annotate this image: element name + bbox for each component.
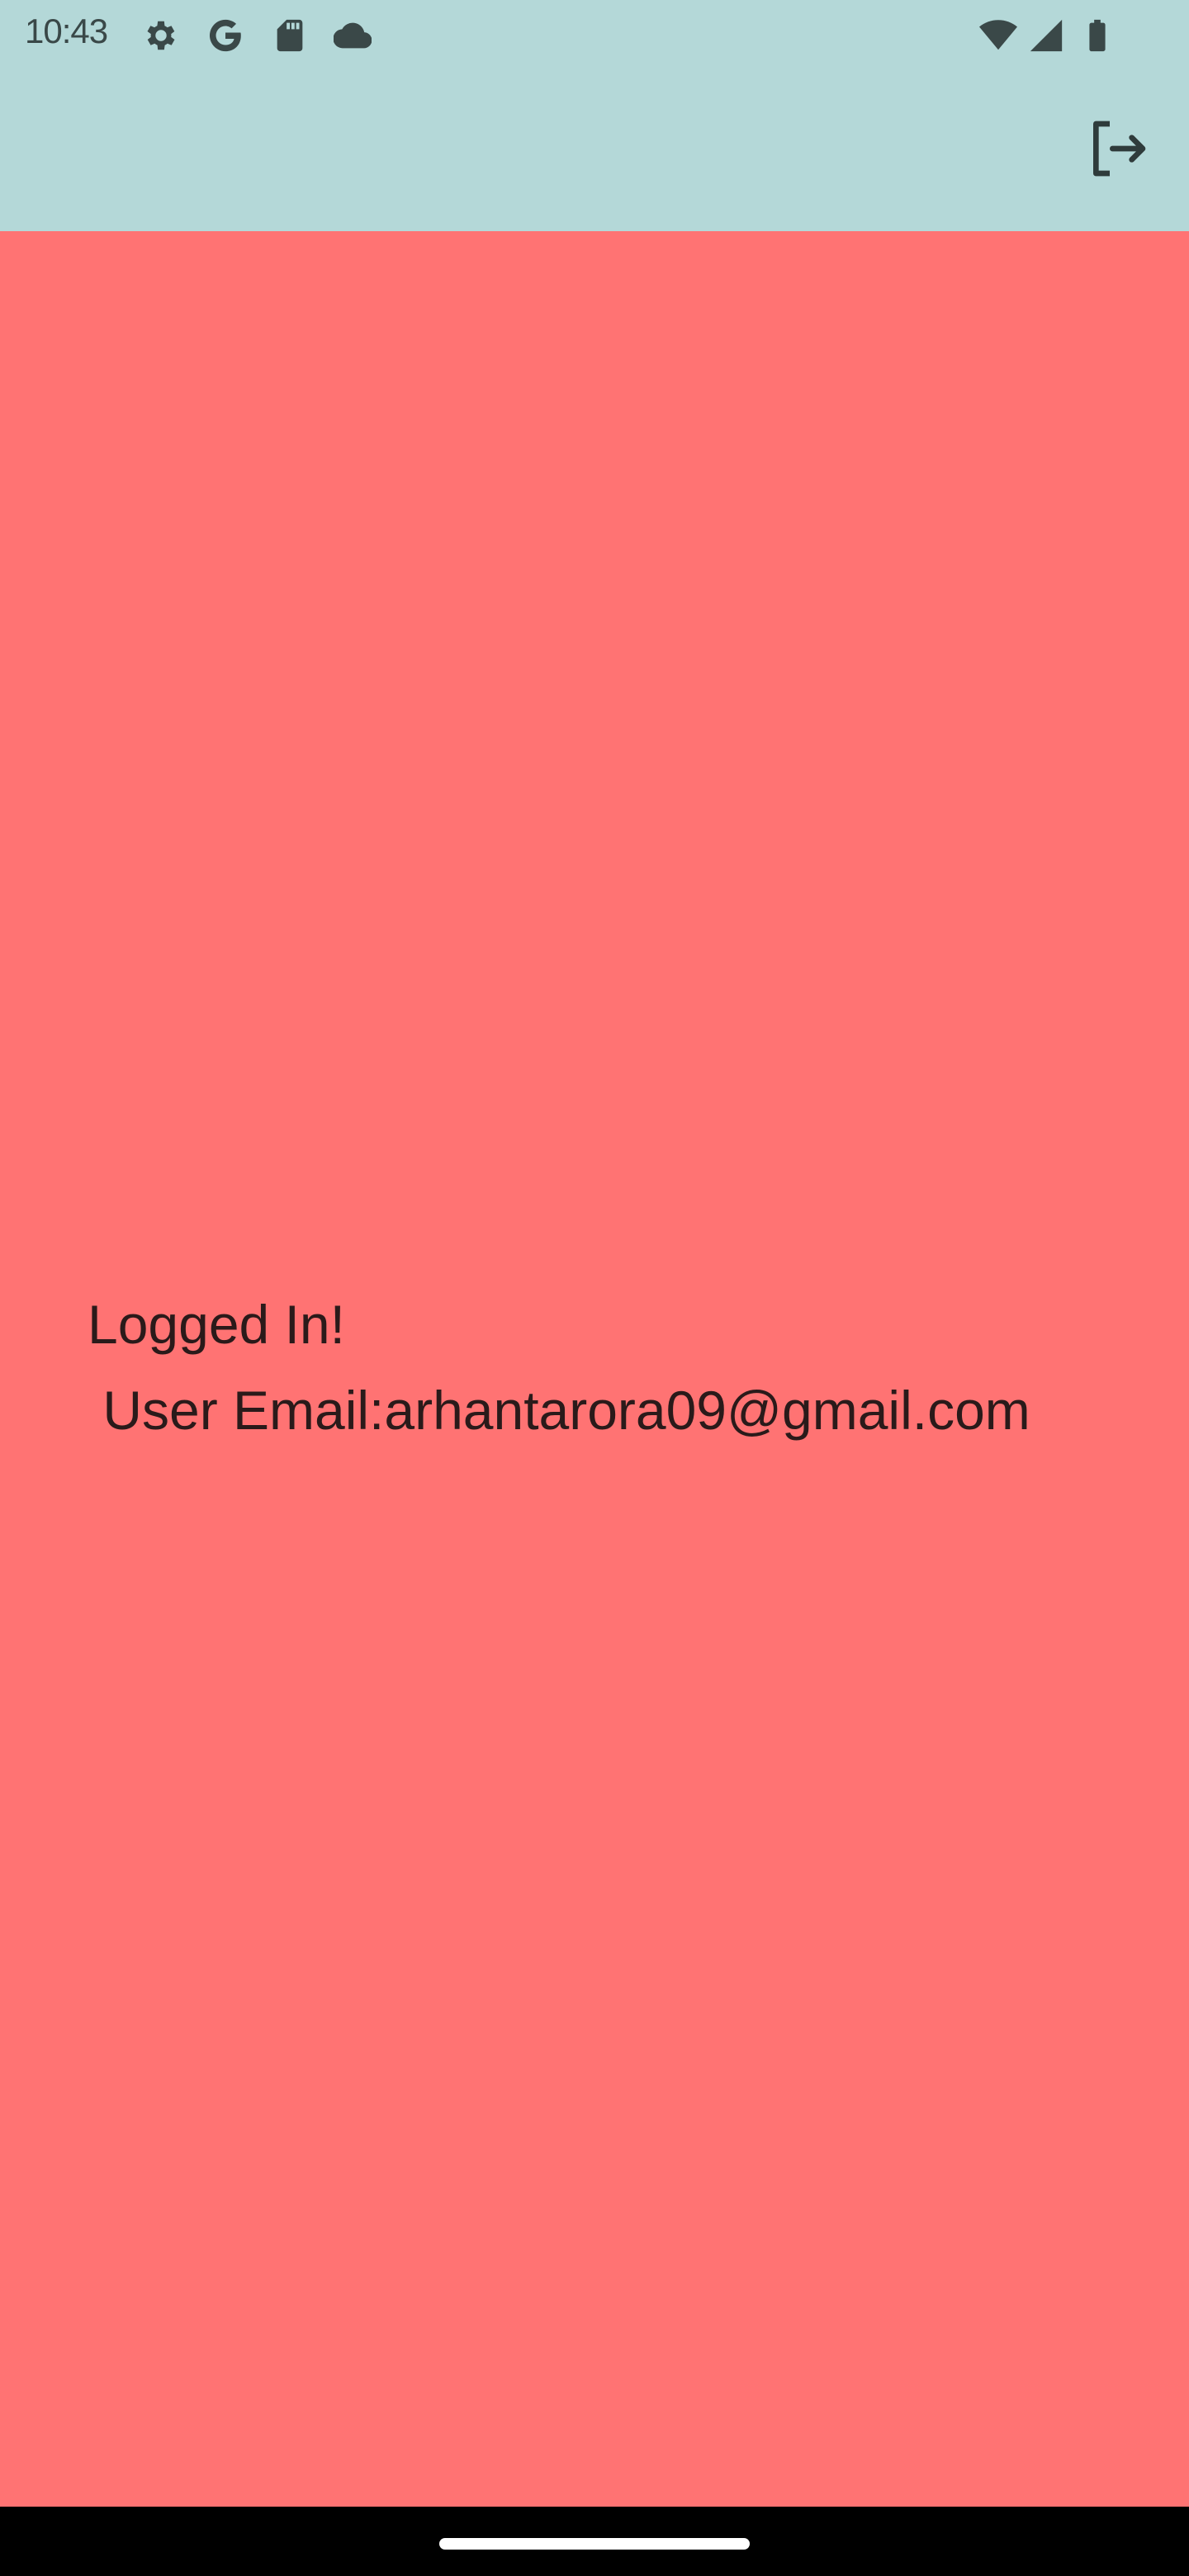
signal-icon (1027, 17, 1065, 54)
status-time: 10:43 (25, 12, 108, 50)
wifi-icon (979, 17, 1017, 54)
logout-icon (1093, 121, 1146, 177)
google-icon (206, 17, 244, 54)
logout-button[interactable] (1085, 116, 1151, 182)
system-navigation-bar (0, 2507, 1189, 2576)
battery-icon (1078, 17, 1116, 54)
cloud-icon (334, 17, 372, 54)
user-email-text: User Email:arhantarora09@gmail.com (88, 1380, 1030, 1441)
app-screen: 10:43 Logged In! User Email:arhantarora0… (0, 0, 1189, 2576)
logged-in-message: Logged In! (88, 1294, 345, 1355)
status-bar: 10:43 (0, 0, 1189, 69)
app-bar: 10:43 (0, 0, 1189, 231)
home-gesture-handle[interactable] (439, 2538, 750, 2550)
sd-card-icon (271, 17, 309, 54)
main-content: Logged In! User Email:arhantarora09@gmai… (0, 231, 1189, 2507)
gear-icon (142, 17, 180, 54)
